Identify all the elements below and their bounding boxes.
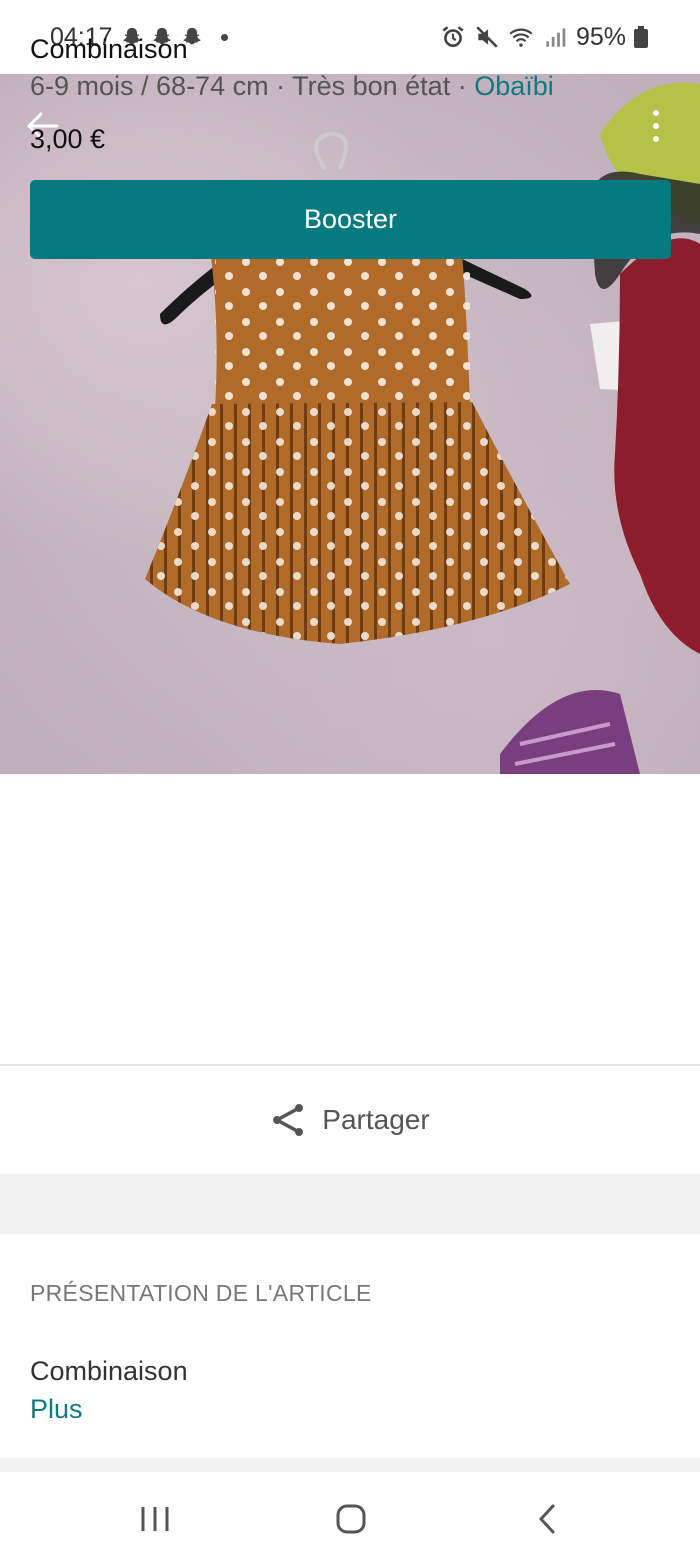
kebab-dot-icon — [653, 123, 659, 129]
dress-image — [145, 82, 700, 774]
share-label: Partager — [322, 1104, 430, 1135]
wifi-icon — [509, 28, 533, 47]
separator: · — [268, 71, 293, 101]
kebab-dot-icon — [653, 136, 659, 142]
notification-dot-icon — [220, 33, 228, 41]
booster-button[interactable]: Booster — [30, 180, 671, 259]
item-details: 6-9 mois / 68-74 cm · Très bon état · Ob… — [30, 71, 554, 102]
section-separator — [0, 1174, 700, 1234]
item-price: 3,00 € — [30, 124, 106, 154]
recent-apps-button[interactable] — [130, 1494, 180, 1544]
section-title: PRÉSENTATION DE L'ARTICLE — [30, 1280, 372, 1306]
system-nav-bar — [0, 1472, 700, 1560]
item-description: Combinaison — [30, 1356, 188, 1386]
home-button[interactable] — [326, 1494, 376, 1544]
recent-apps-icon — [141, 1507, 169, 1531]
status-right: 95% — [440, 23, 648, 52]
share-button[interactable]: Partager — [0, 1096, 700, 1144]
signal-icon — [546, 28, 566, 47]
share-icon — [273, 1104, 304, 1136]
more-link[interactable]: Plus — [30, 1394, 83, 1425]
brand-link[interactable]: Obaïbi — [474, 71, 554, 101]
battery-percent: 95% — [575, 22, 626, 51]
item-condition: Très bon état — [292, 71, 451, 101]
separator: · — [450, 71, 475, 101]
product-photo[interactable] — [0, 74, 700, 774]
item-size: 6-9 mois / 68-74 cm — [30, 71, 269, 101]
section-separator — [0, 1458, 700, 1472]
battery-icon — [634, 26, 648, 48]
item-title: Combinaison — [30, 34, 188, 64]
home-icon — [336, 1504, 366, 1534]
divider — [0, 1064, 700, 1066]
system-back-button[interactable] — [522, 1494, 572, 1544]
alarm-icon — [442, 26, 464, 47]
kebab-dot-icon — [653, 110, 659, 116]
chevron-left-icon — [538, 1504, 555, 1534]
more-options-button[interactable] — [640, 102, 672, 150]
mute-icon — [476, 26, 498, 48]
